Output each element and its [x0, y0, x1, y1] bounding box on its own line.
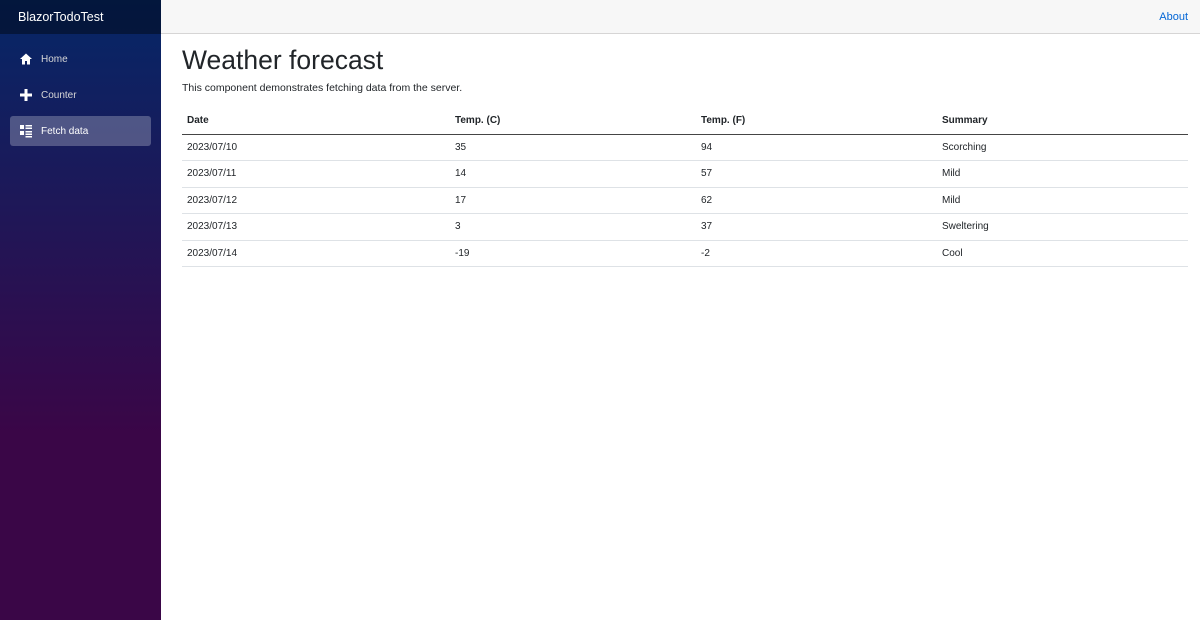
cell-date: 2023/07/14	[182, 240, 450, 267]
weather-table: Date Temp. (C) Temp. (F) Summary 2023/07…	[182, 108, 1188, 267]
plus-icon	[19, 88, 33, 102]
about-link[interactable]: About	[1159, 11, 1188, 23]
cell-temp-c: -19	[450, 240, 696, 267]
cell-summary: Cool	[937, 240, 1188, 267]
table-header-row: Date Temp. (C) Temp. (F) Summary	[182, 108, 1188, 135]
cell-temp-c: 17	[450, 187, 696, 214]
cell-temp-f: 94	[696, 134, 937, 161]
table-row: 2023/07/10 35 94 Scorching	[182, 134, 1188, 161]
sidebar-item-label: Counter	[41, 89, 77, 101]
brand-bar: BlazorTodoTest	[0, 0, 161, 34]
nav-menu: Home Counter Fetch data	[0, 34, 161, 146]
table-row: 2023/07/12 17 62 Mild	[182, 187, 1188, 214]
cell-summary: Sweltering	[937, 213, 1188, 241]
sidebar-item-fetch-data[interactable]: Fetch data	[10, 116, 151, 146]
cell-temp-f: 57	[696, 160, 937, 188]
cell-date: 2023/07/10	[182, 134, 450, 161]
sidebar: BlazorTodoTest Home Counter Fetch data	[0, 0, 161, 620]
page-intro: This component demonstrates fetching dat…	[182, 82, 463, 94]
table-row: 2023/07/13 3 37 Sweltering	[182, 213, 1188, 241]
column-header-date: Date	[182, 108, 450, 135]
cell-temp-c: 3	[450, 213, 696, 241]
table-row: 2023/07/14 -19 -2 Cool	[182, 240, 1188, 267]
cell-date: 2023/07/11	[182, 160, 450, 188]
column-header-summary: Summary	[937, 108, 1188, 135]
list-rich-icon	[19, 124, 33, 138]
cell-date: 2023/07/12	[182, 187, 450, 214]
app-brand[interactable]: BlazorTodoTest	[18, 10, 103, 24]
cell-temp-c: 14	[450, 160, 696, 188]
column-header-temp-c: Temp. (C)	[450, 108, 696, 135]
sidebar-item-label: Fetch data	[41, 125, 89, 137]
cell-summary: Mild	[937, 160, 1188, 188]
sidebar-item-label: Home	[41, 53, 68, 65]
cell-temp-c: 35	[450, 134, 696, 161]
table-row: 2023/07/11 14 57 Mild	[182, 160, 1188, 188]
top-row: About	[161, 0, 1200, 34]
cell-temp-f: 62	[696, 187, 937, 214]
main-content: Weather forecast This component demonstr…	[182, 34, 1188, 267]
cell-summary: Scorching	[937, 134, 1188, 161]
cell-temp-f: -2	[696, 240, 937, 267]
cell-date: 2023/07/13	[182, 213, 450, 241]
column-header-temp-f: Temp. (F)	[696, 108, 937, 135]
cell-temp-f: 37	[696, 213, 937, 241]
sidebar-item-counter[interactable]: Counter	[10, 80, 151, 110]
cell-summary: Mild	[937, 187, 1188, 214]
home-icon	[19, 52, 33, 66]
sidebar-item-home[interactable]: Home	[10, 44, 151, 74]
page-title: Weather forecast	[182, 45, 384, 75]
